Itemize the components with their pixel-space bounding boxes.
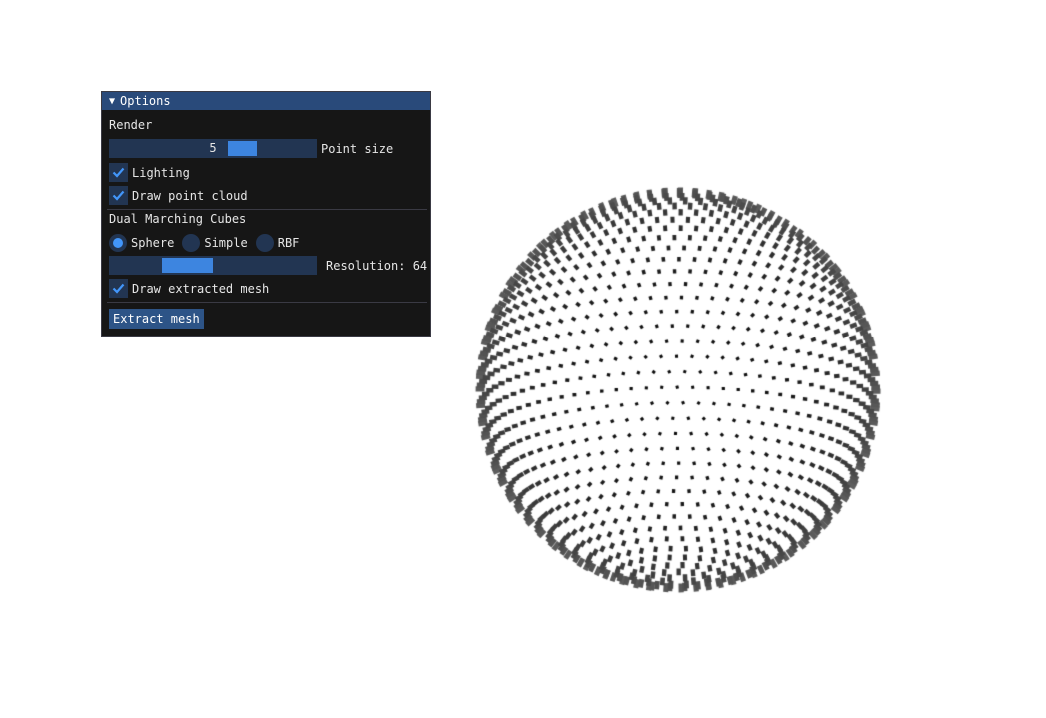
options-title-bar[interactable]: ▼ Options <box>102 92 430 110</box>
separator <box>107 302 427 303</box>
point-size-slider[interactable]: 5 <box>109 139 317 158</box>
resolution-label: Resolution: 64 <box>326 258 428 273</box>
render-section-label: Render <box>109 118 153 132</box>
point-size-value: 5 <box>209 141 217 155</box>
radio-simple-label: Simple <box>204 236 248 250</box>
resolution-slider-grab[interactable] <box>162 258 213 273</box>
resolution-slider[interactable] <box>109 256 317 275</box>
radio-simple-circle[interactable] <box>182 234 201 252</box>
radio-sphere-circle[interactable] <box>109 234 127 252</box>
draw-point-cloud-checkbox[interactable] <box>109 186 128 205</box>
radio-sphere[interactable]: Sphere <box>109 234 174 252</box>
separator <box>107 209 427 210</box>
lighting-checkbox[interactable] <box>109 163 128 182</box>
lighting-label: Lighting <box>132 165 190 180</box>
radio-rbf-circle[interactable] <box>255 234 274 252</box>
radio-selected-dot <box>113 238 123 248</box>
options-window[interactable]: ▼ Options Render 5 Point size Lighting D… <box>101 91 431 337</box>
radio-rbf-label: RBF <box>277 236 300 250</box>
radio-simple[interactable]: Simple <box>182 234 248 252</box>
draw-extracted-mesh-label: Draw extracted mesh <box>132 281 270 296</box>
dual-marching-cubes-section-label: Dual Marching Cubes <box>109 212 247 226</box>
triangle-down-icon[interactable]: ▼ <box>109 96 115 107</box>
window-title: Options <box>120 94 171 108</box>
checkmark-icon <box>112 167 125 178</box>
point-size-label: Point size <box>321 141 394 156</box>
radio-sphere-label: Sphere <box>131 236 175 250</box>
draw-point-cloud-label: Draw point cloud <box>132 188 248 203</box>
draw-extracted-mesh-checkbox[interactable] <box>109 279 128 298</box>
radio-rbf[interactable]: RBF <box>255 234 300 252</box>
checkmark-icon <box>112 283 125 294</box>
checkmark-icon <box>112 190 125 201</box>
extract-mesh-button[interactable]: Extract mesh <box>109 309 204 329</box>
